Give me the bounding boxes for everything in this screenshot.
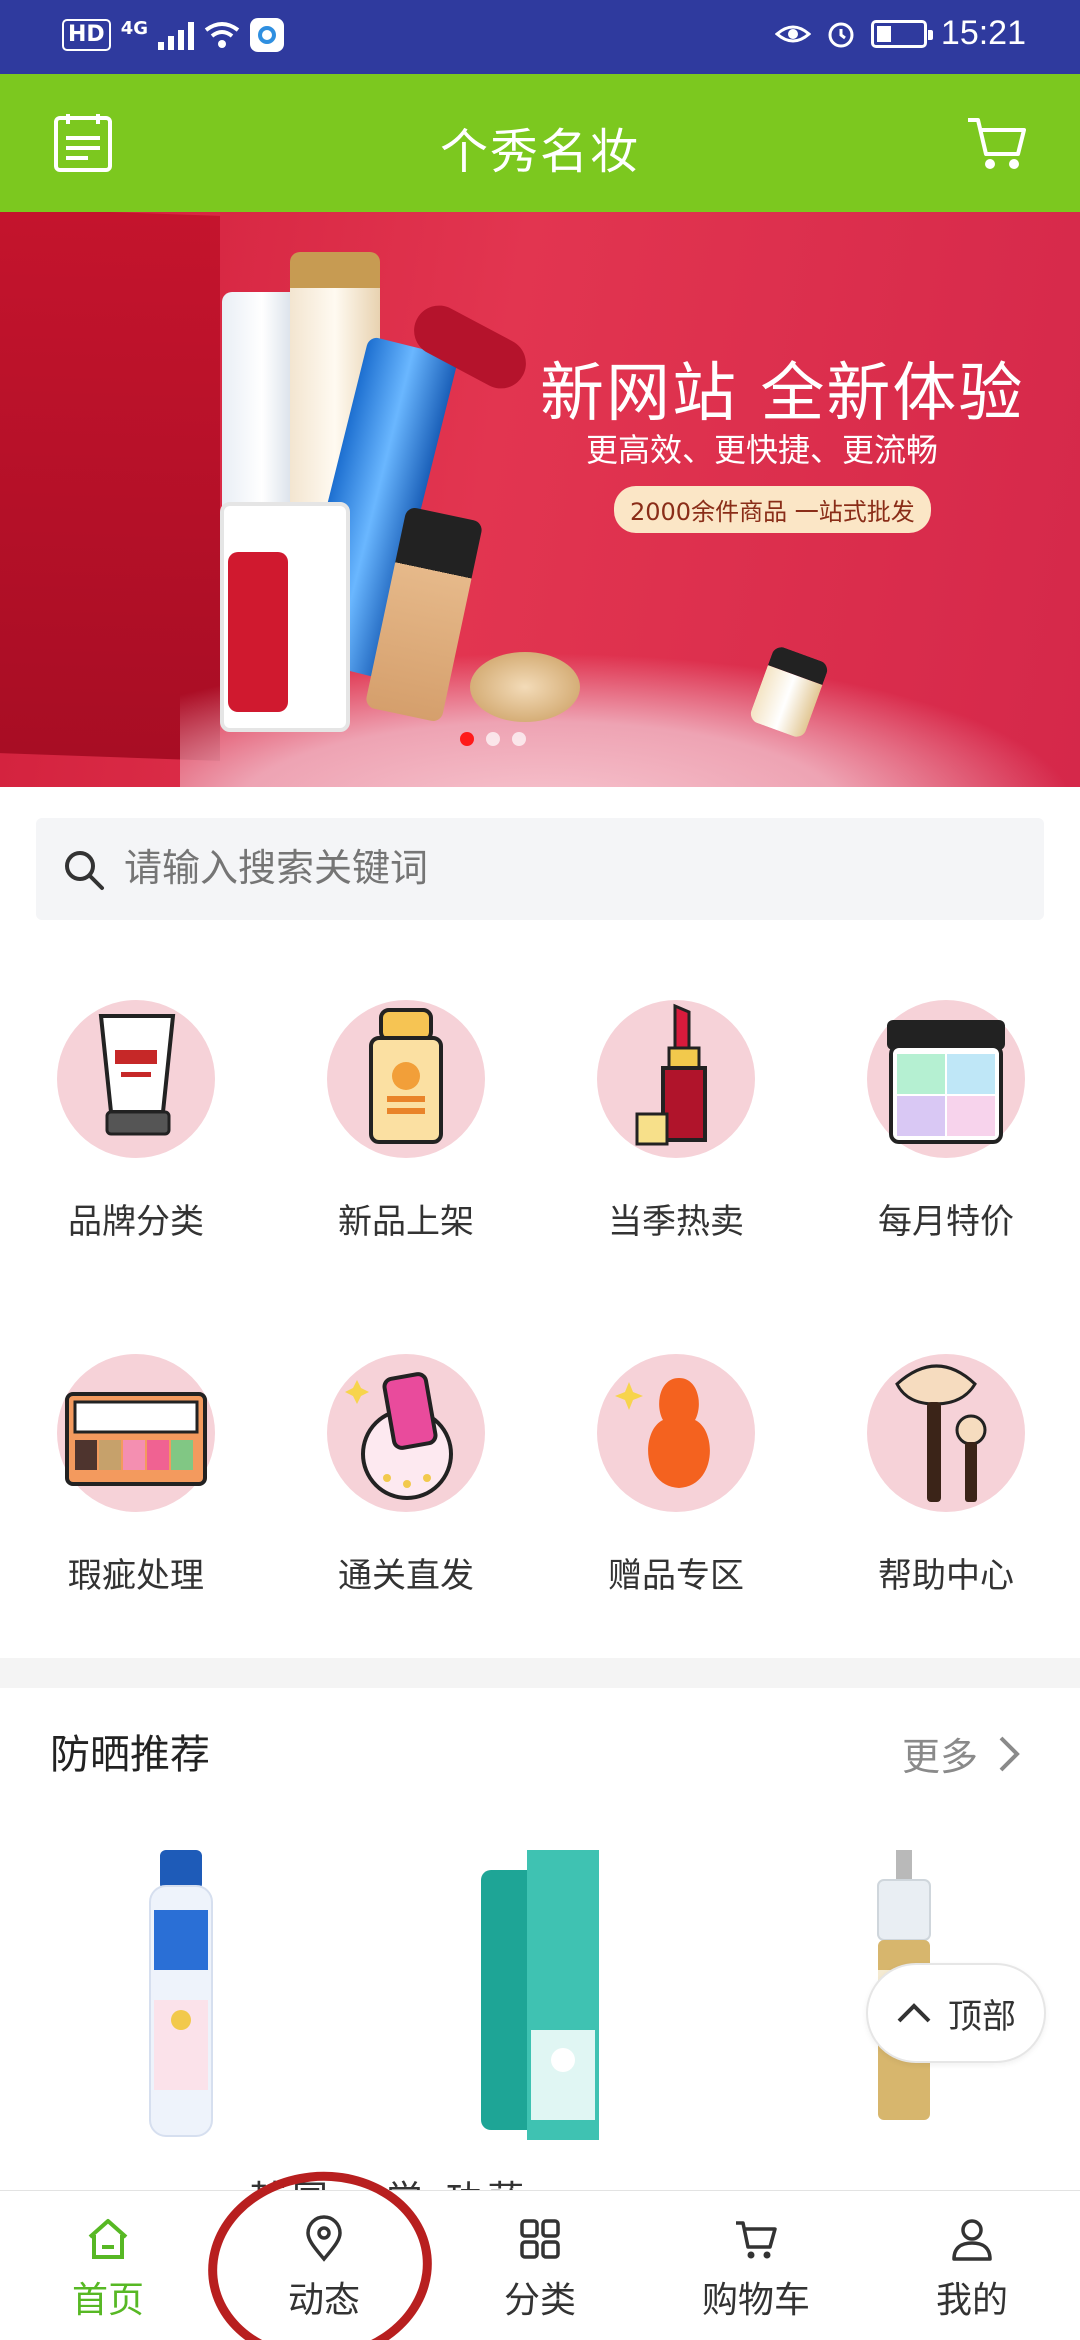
promo-banner[interactable]: 新网站 全新体验 更高效、更快捷、更流畅 2000余件商品 一站式批发 xyxy=(0,212,1080,787)
search-icon xyxy=(65,851,104,890)
category-brand[interactable]: 品牌分类 xyxy=(36,1000,236,1243)
product-card[interactable] xyxy=(146,1850,216,2144)
grid-icon xyxy=(520,2219,560,2259)
brush-icon xyxy=(895,1364,987,1502)
category-label: 每月特价 xyxy=(878,1202,1014,1242)
banner-pagination[interactable] xyxy=(460,732,526,746)
tab-profile[interactable]: 我的 xyxy=(864,2191,1080,2340)
category-direct-ship[interactable]: 通关直发 xyxy=(306,1354,506,1597)
palette-icon xyxy=(887,1020,1005,1144)
tab-label: 分类 xyxy=(503,2280,576,2321)
tab-label: 我的 xyxy=(935,2280,1008,2321)
tab-label: 首页 xyxy=(71,2280,144,2321)
banner-dot[interactable] xyxy=(486,732,500,746)
product-sake-label xyxy=(228,552,288,712)
product-image-sunspray xyxy=(481,1850,599,2140)
banner-dot[interactable] xyxy=(512,732,526,746)
product-image-spray xyxy=(149,1850,213,2137)
alarm-icon xyxy=(828,22,854,47)
phone-icon xyxy=(345,1372,453,1500)
tab-home[interactable]: 首页 xyxy=(0,2191,216,2340)
eye-icon xyxy=(774,25,811,42)
banner-subline: 更高效、更快捷、更流畅 xyxy=(586,431,939,469)
category-new[interactable]: 新品上架 xyxy=(306,1000,506,1243)
cart-icon[interactable] xyxy=(964,110,1030,176)
clock: 15:21 xyxy=(940,14,1026,52)
chevron-right-icon xyxy=(999,1736,1020,1771)
category-label: 赠品专区 xyxy=(608,1556,744,1596)
category-label: 当季热卖 xyxy=(608,1202,744,1242)
product-card[interactable] xyxy=(475,1850,605,2144)
category-gifts[interactable]: 赠品专区 xyxy=(576,1354,776,1597)
tab-category[interactable]: 分类 xyxy=(432,2191,648,2340)
app-icon xyxy=(250,18,284,52)
hd-indicator: HD xyxy=(62,19,111,51)
back-to-top-label: 顶部 xyxy=(948,1996,1016,2037)
back-to-top-button[interactable]: 顶部 xyxy=(866,1963,1046,2063)
category-monthly-deal[interactable]: 每月特价 xyxy=(846,1000,1046,1243)
status-bar: HD 4G 15:21 xyxy=(0,0,1080,74)
banner-headline: 新网站 全新体验 xyxy=(540,357,1025,431)
search-input[interactable] xyxy=(124,818,1004,920)
page-title: 个秀名妆 xyxy=(439,124,640,180)
signal-icon xyxy=(158,20,194,50)
category-hot[interactable]: 当季热卖 xyxy=(576,1000,776,1243)
sponge-icon xyxy=(615,1378,710,1488)
category-defect[interactable]: 瑕疵处理 xyxy=(36,1354,236,1597)
section-divider xyxy=(0,1658,1080,1688)
tab-cart[interactable]: 购物车 xyxy=(648,2191,864,2340)
network-type: 4G xyxy=(120,18,148,39)
search-bar[interactable] xyxy=(36,818,1044,920)
bottom-tab-bar: 首页 动态 分类 购物车 我的 xyxy=(0,2190,1080,2340)
category-label: 品牌分类 xyxy=(68,1202,204,1242)
more-link[interactable]: 更多 xyxy=(902,1726,1020,1781)
wifi-icon xyxy=(204,22,240,48)
tab-label: 购物车 xyxy=(701,2280,810,2321)
category-label: 通关直发 xyxy=(338,1556,474,1596)
sunscreen-icon xyxy=(369,1008,443,1144)
user-icon xyxy=(952,2219,992,2261)
status-left: HD 4G xyxy=(62,18,284,52)
banner-pill: 2000余件商品 一站式批发 xyxy=(614,486,931,533)
section-title: 防晒推荐 xyxy=(50,1732,210,1778)
more-label: 更多 xyxy=(901,1735,978,1779)
eyeshadow-icon xyxy=(65,1392,207,1486)
battery-icon xyxy=(870,19,933,48)
cart-icon xyxy=(736,2221,777,2259)
tube-icon xyxy=(98,1014,176,1136)
category-label: 新品上架 xyxy=(338,1202,474,1242)
category-help[interactable]: 帮助中心 xyxy=(846,1354,1046,1597)
status-right: 15:21 xyxy=(774,14,1026,53)
product-cushion xyxy=(470,652,580,722)
home-icon xyxy=(88,2219,128,2259)
banner-dot[interactable] xyxy=(460,732,474,746)
category-label: 瑕疵处理 xyxy=(68,1556,204,1596)
app-header: 个秀名妆 xyxy=(0,74,1080,212)
lipstick-icon xyxy=(635,1003,707,1146)
category-label: 帮助中心 xyxy=(878,1556,1014,1596)
chevron-up-icon xyxy=(897,2003,931,2023)
